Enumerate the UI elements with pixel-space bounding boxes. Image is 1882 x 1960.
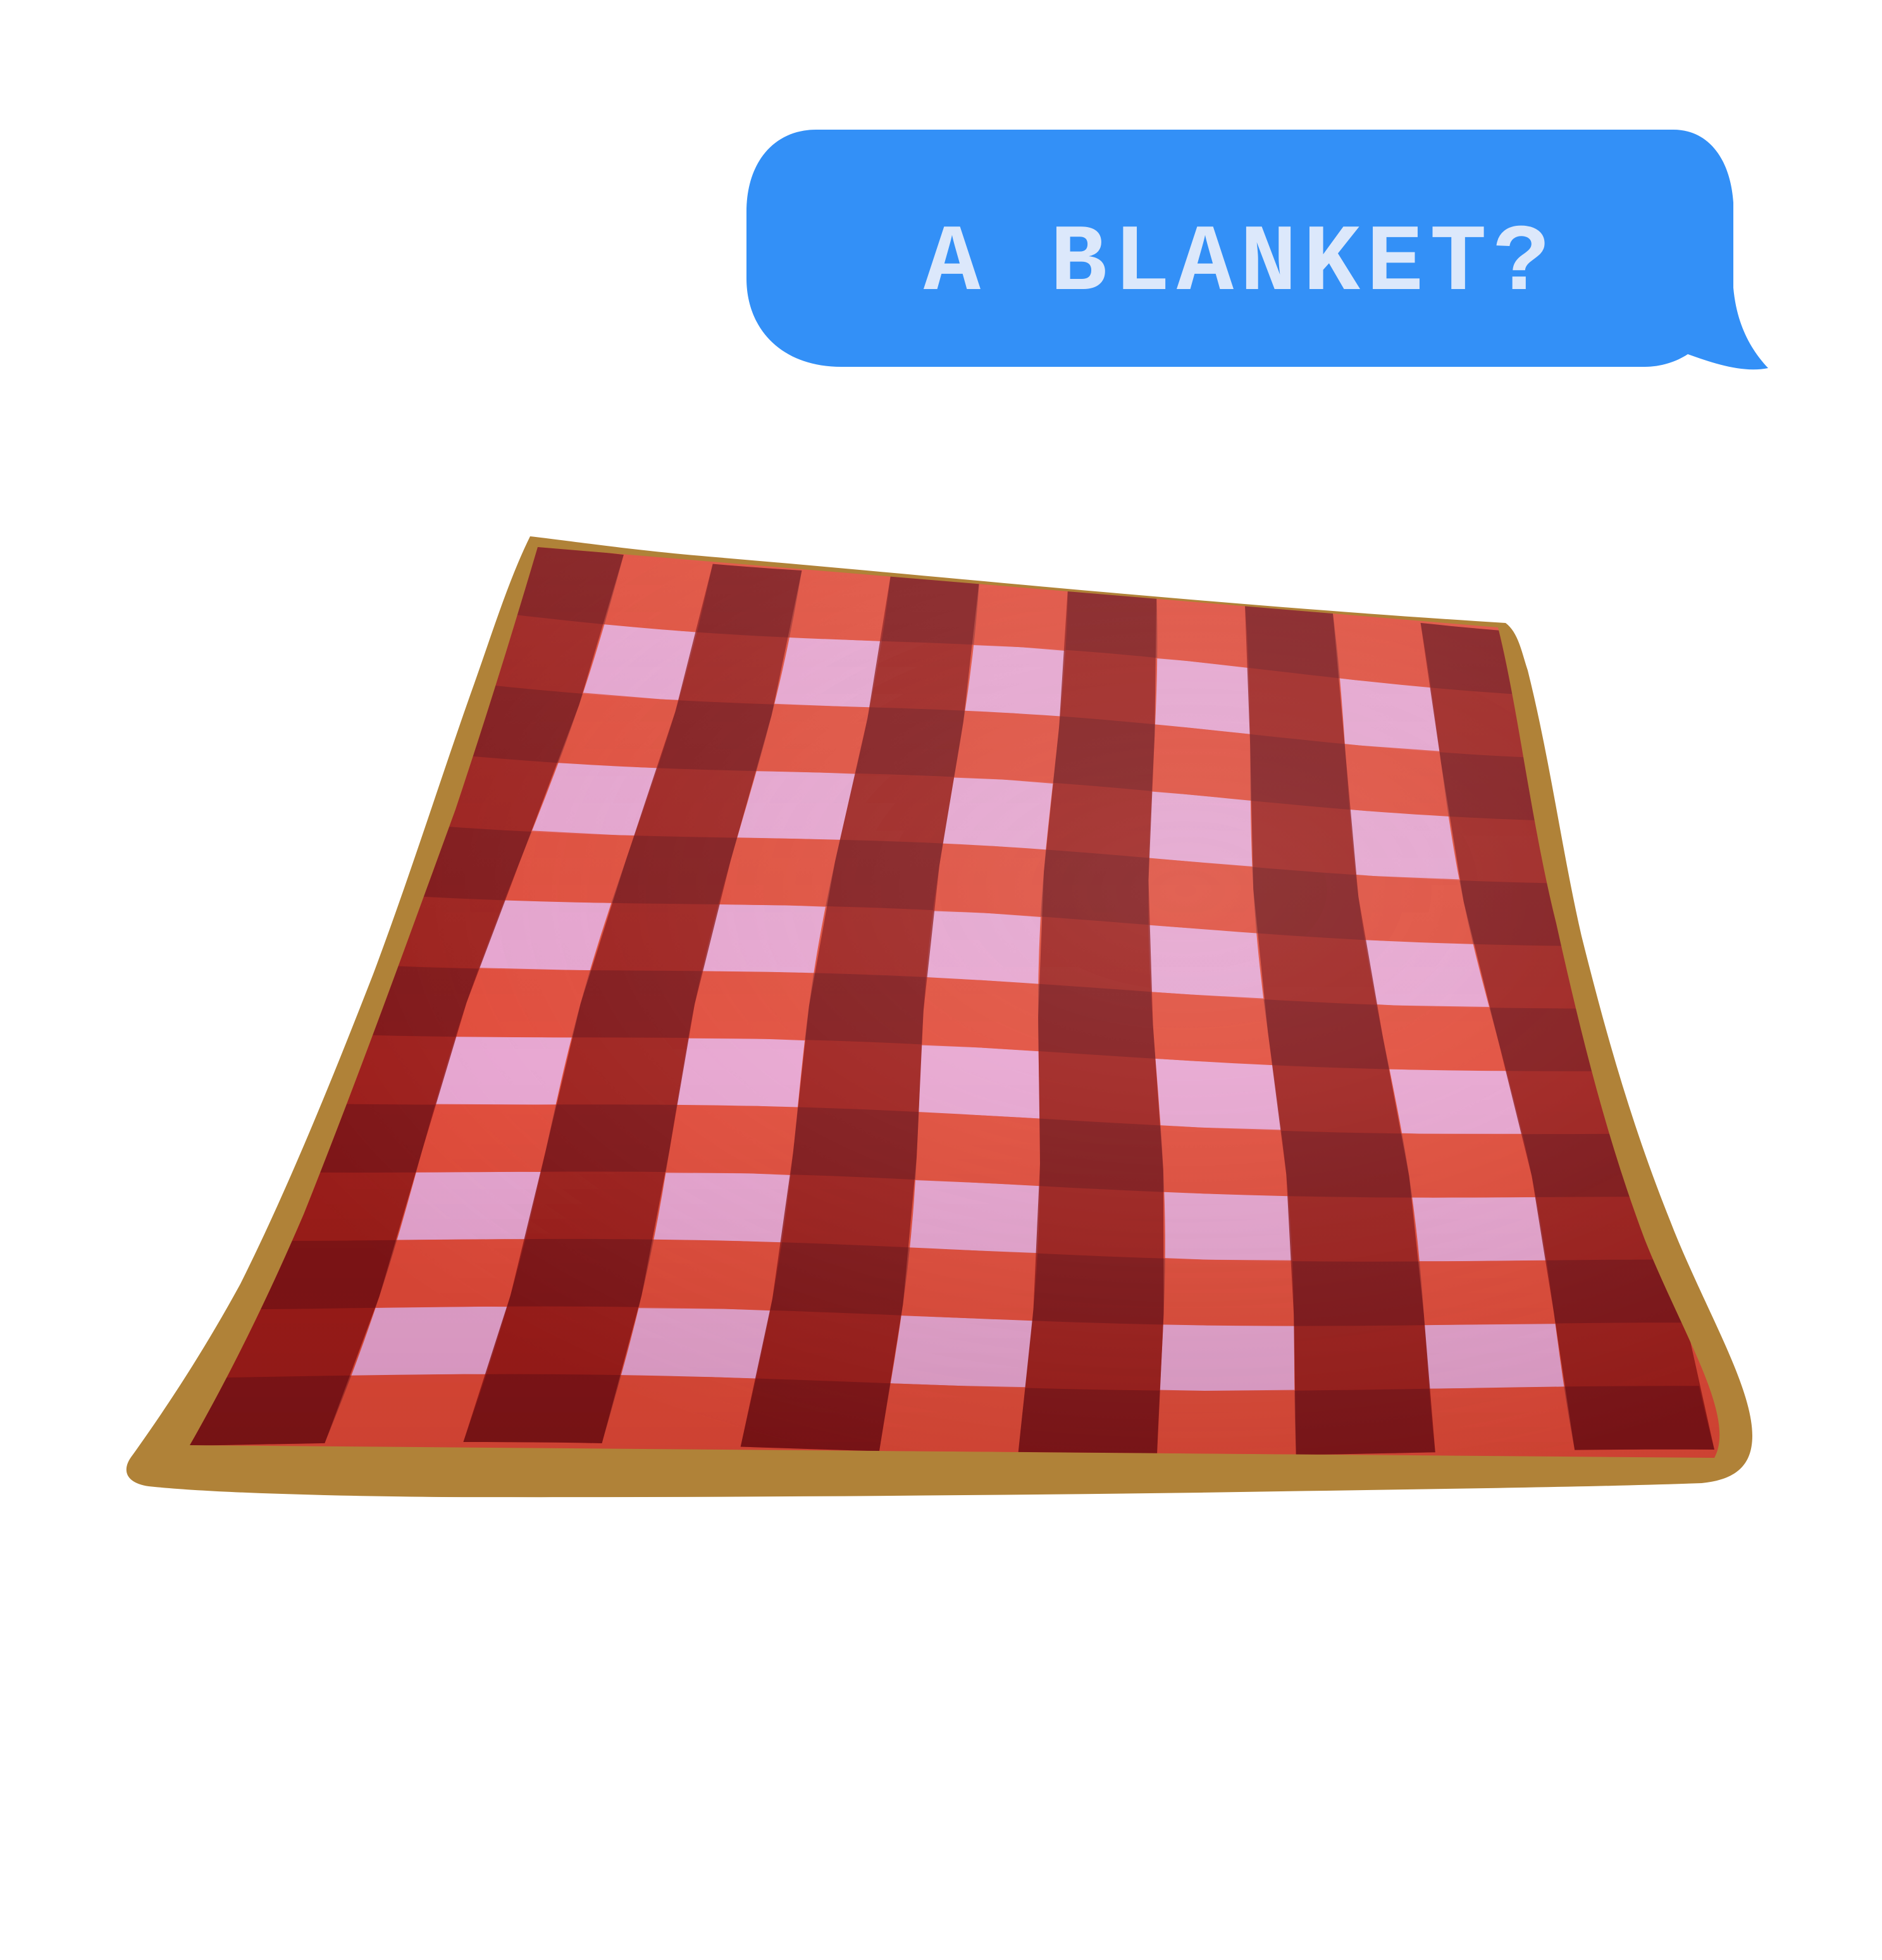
message-bubble: A BLANKET?: [746, 130, 1768, 370]
bubble-text: A BLANKET?: [924, 211, 1556, 318]
picnic-blanket-icon: [126, 536, 1752, 1498]
scene: A BLANKET?: [126, 130, 1768, 1498]
